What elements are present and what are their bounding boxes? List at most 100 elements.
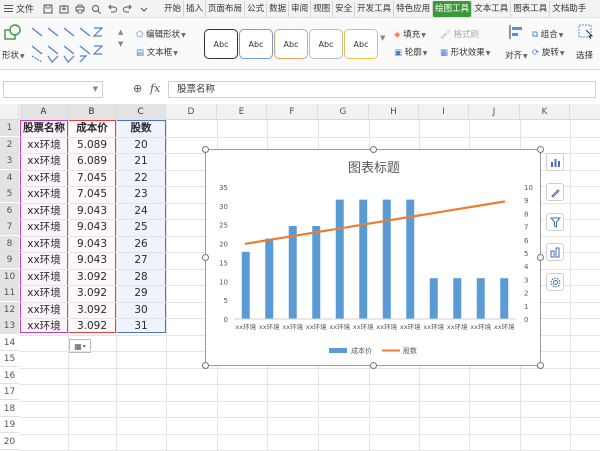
table-cell[interactable]: xx环境 bbox=[20, 252, 68, 268]
row-header-13[interactable]: 13 bbox=[0, 318, 19, 334]
insert-shape-button[interactable] bbox=[4, 24, 22, 45]
table-cell[interactable]: xx环境 bbox=[20, 318, 68, 334]
header-cell[interactable]: 股票名称 bbox=[20, 120, 68, 136]
more-icon[interactable] bbox=[137, 2, 151, 16]
header-cell[interactable]: 成本价 bbox=[68, 120, 116, 136]
select-all-corner[interactable] bbox=[0, 104, 19, 120]
shape-style-2[interactable]: Abc bbox=[239, 29, 273, 59]
table-cell[interactable]: xx环境 bbox=[20, 153, 68, 169]
save-icon[interactable] bbox=[41, 2, 55, 16]
column-header-g[interactable]: G bbox=[318, 104, 369, 120]
column-header-f[interactable]: F bbox=[267, 104, 318, 120]
fx-icon[interactable]: fx bbox=[150, 82, 160, 95]
column-header-i[interactable]: I bbox=[419, 104, 469, 120]
table-cell[interactable]: xx环境 bbox=[20, 219, 68, 235]
column-header-a[interactable]: A bbox=[20, 104, 68, 120]
style-gallery-more[interactable]: ▼ bbox=[380, 34, 385, 42]
export-icon[interactable] bbox=[57, 2, 71, 16]
chart-type-button[interactable] bbox=[546, 243, 564, 261]
shape-style-1[interactable]: Abc bbox=[204, 29, 238, 59]
tab-3[interactable]: 公式 bbox=[244, 0, 266, 17]
tab-8[interactable]: 开发工具 bbox=[354, 0, 393, 17]
table-cell[interactable]: 3.092 bbox=[68, 302, 116, 318]
align-button[interactable]: 对齐▼ bbox=[505, 49, 528, 61]
resize-handle-bl[interactable] bbox=[202, 362, 209, 369]
table-cell[interactable]: xx环境 bbox=[20, 137, 68, 153]
table-cell[interactable]: 3.092 bbox=[68, 269, 116, 285]
column-header-e[interactable]: E bbox=[217, 104, 267, 120]
row-header-4[interactable]: 4 bbox=[0, 169, 19, 186]
row-header-18[interactable]: 18 bbox=[0, 401, 19, 417]
column-header-k[interactable]: K bbox=[520, 104, 570, 120]
column-header-j[interactable]: J bbox=[469, 104, 520, 120]
row-header-8[interactable]: 8 bbox=[0, 235, 19, 252]
table-cell[interactable]: xx环境 bbox=[20, 285, 68, 301]
legend[interactable]: 成本价 股数 bbox=[329, 346, 417, 355]
fill-button[interactable]: ◈ 填充▼ bbox=[394, 28, 426, 40]
shape-style-5[interactable]: Abc bbox=[344, 29, 378, 59]
chart-elements-button[interactable] bbox=[546, 153, 564, 171]
chart-filter-button[interactable] bbox=[546, 213, 564, 231]
tab-1[interactable]: 插入 bbox=[183, 0, 205, 17]
group-button[interactable]: ⧉ 组合▼ bbox=[532, 28, 563, 40]
file-menu[interactable]: 文件 bbox=[0, 0, 40, 18]
table-cell[interactable]: 9.043 bbox=[68, 252, 116, 268]
select-button[interactable]: 选择 bbox=[576, 49, 593, 61]
table-cell[interactable]: 6.089 bbox=[68, 153, 116, 169]
shape-style-4[interactable]: Abc bbox=[309, 29, 343, 59]
rotate-button[interactable]: ⟳ 旋转▼ bbox=[532, 46, 564, 58]
tab-13[interactable]: 文档助手 bbox=[549, 0, 588, 17]
row-header-10[interactable]: 10 bbox=[0, 268, 19, 285]
table-cell[interactable]: 26 bbox=[116, 236, 166, 252]
outline-button[interactable]: ▣ 轮廓▼ bbox=[394, 46, 427, 58]
textbox-button[interactable]: ▤ 文本框▼ bbox=[136, 46, 178, 58]
row-header-5[interactable]: 5 bbox=[0, 186, 19, 202]
name-box[interactable]: ▼ bbox=[3, 81, 103, 98]
row-header-3[interactable]: 3 bbox=[0, 153, 19, 169]
table-cell[interactable]: 7.045 bbox=[68, 186, 116, 202]
tab-4[interactable]: 数据 bbox=[266, 0, 288, 17]
redo-icon[interactable] bbox=[121, 2, 135, 16]
tab-12[interactable]: 图表工具 bbox=[510, 0, 549, 17]
resize-handle-ml[interactable] bbox=[202, 254, 209, 261]
row-header-16[interactable]: 16 bbox=[0, 368, 19, 384]
resize-handle-tr[interactable] bbox=[537, 146, 544, 153]
line-style-gallery[interactable] bbox=[30, 26, 112, 67]
resize-handle-tc[interactable] bbox=[370, 146, 377, 153]
table-cell[interactable]: 28 bbox=[116, 269, 166, 285]
tab-6[interactable]: 视图 bbox=[310, 0, 332, 17]
table-cell[interactable]: 22 bbox=[116, 170, 166, 186]
column-header-c[interactable]: C bbox=[116, 104, 166, 120]
row-header-20[interactable]: 20 bbox=[0, 434, 19, 450]
row-header-2[interactable]: 2 bbox=[0, 136, 19, 153]
resize-handle-br[interactable] bbox=[537, 362, 544, 369]
row-header-11[interactable]: 11 bbox=[0, 285, 19, 301]
zoom-icon[interactable]: ⊕ bbox=[133, 82, 142, 95]
table-cell[interactable]: 7.045 bbox=[68, 170, 116, 186]
tab-9[interactable]: 特色应用 bbox=[393, 0, 432, 17]
gallery-scroll-up[interactable]: ▲ bbox=[118, 28, 123, 36]
chart-title[interactable]: 图表标题 bbox=[348, 161, 400, 176]
tab-5[interactable]: 审阅 bbox=[288, 0, 310, 17]
table-cell[interactable]: 9.043 bbox=[68, 236, 116, 252]
resize-handle-tl[interactable] bbox=[202, 146, 209, 153]
table-cell[interactable]: 3.092 bbox=[68, 285, 116, 301]
table-cell[interactable]: xx环境 bbox=[20, 186, 68, 202]
tab-2[interactable]: 页面布局 bbox=[205, 0, 244, 17]
print-preview-icon[interactable] bbox=[89, 2, 103, 16]
table-cell[interactable]: 20 bbox=[116, 137, 166, 153]
shape-style-3[interactable]: Abc bbox=[274, 29, 308, 59]
row-header-7[interactable]: 7 bbox=[0, 219, 19, 235]
row-header-12[interactable]: 12 bbox=[0, 301, 19, 318]
table-cell[interactable]: 9.043 bbox=[68, 203, 116, 219]
formula-input[interactable]: 股票名称 bbox=[168, 81, 596, 98]
table-cell[interactable]: xx环境 bbox=[20, 170, 68, 186]
row-header-15[interactable]: 15 bbox=[0, 351, 19, 367]
chart[interactable]: 图表标题 0 5 10 15 20 25 30 35 0 1 2 3 4 5 6 7 8 9 10 xx环境 xx环… bbox=[202, 146, 544, 369]
header-cell[interactable]: 股数 bbox=[116, 120, 166, 136]
row-header-17[interactable]: 17 bbox=[0, 384, 19, 400]
row-header-19[interactable]: 19 bbox=[0, 417, 19, 433]
table-cell[interactable]: 9.043 bbox=[68, 219, 116, 235]
shape-effect-button[interactable]: ▦ 形状效果▼ bbox=[440, 46, 490, 58]
gallery-scroll-down[interactable]: ▼ bbox=[118, 40, 123, 48]
